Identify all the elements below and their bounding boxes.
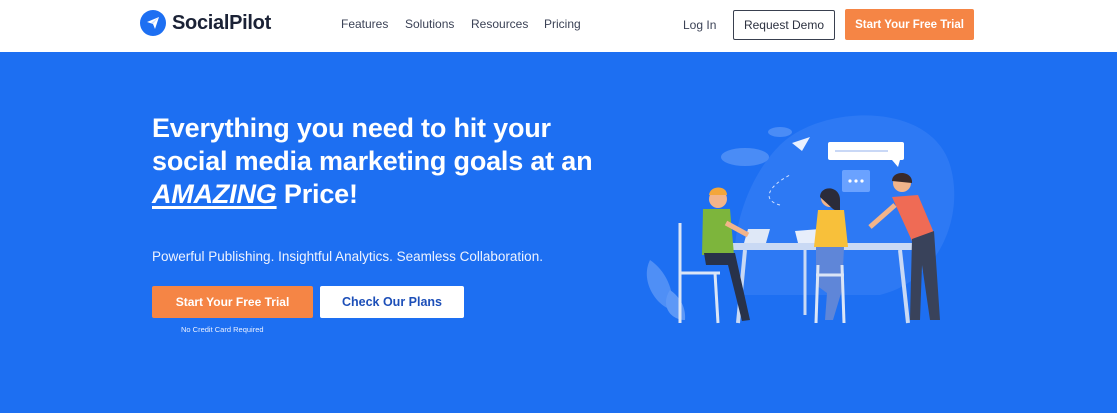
start-trial-hero-button[interactable]: Start Your Free Trial (152, 286, 313, 318)
logo[interactable]: SocialPilot (140, 10, 271, 36)
logo-text: SocialPilot (172, 11, 271, 34)
no-credit-card-note: No Credit Card Required (181, 325, 264, 334)
login-link[interactable]: Log In (683, 18, 716, 32)
hero-title-amazing: AMAZING (152, 179, 277, 209)
check-plans-button[interactable]: Check Our Plans (320, 286, 464, 318)
request-demo-button[interactable]: Request Demo (733, 10, 835, 40)
nav-pricing[interactable]: Pricing (544, 17, 581, 31)
hero-title-line-2: social media marketing goals at an (152, 146, 593, 176)
nav-solutions[interactable]: Solutions (405, 17, 454, 31)
hero-subtitle: Powerful Publishing. Insightful Analytic… (152, 249, 543, 264)
paper-plane-logo-icon (140, 10, 166, 36)
hero-title: Everything you need to hit your social m… (152, 112, 672, 211)
hero-title-line-1: Everything you need to hit your (152, 113, 551, 143)
team-meeting-illustration (630, 105, 970, 335)
nav-resources[interactable]: Resources (471, 17, 528, 31)
hero-title-end: Price! (276, 179, 358, 209)
site-header: SocialPilot Features Solutions Resources… (0, 0, 1117, 52)
nav-features[interactable]: Features (341, 17, 388, 31)
hero-title-line-3: AMAZING Price! (152, 178, 672, 211)
start-trial-header-button[interactable]: Start Your Free Trial (845, 9, 974, 40)
